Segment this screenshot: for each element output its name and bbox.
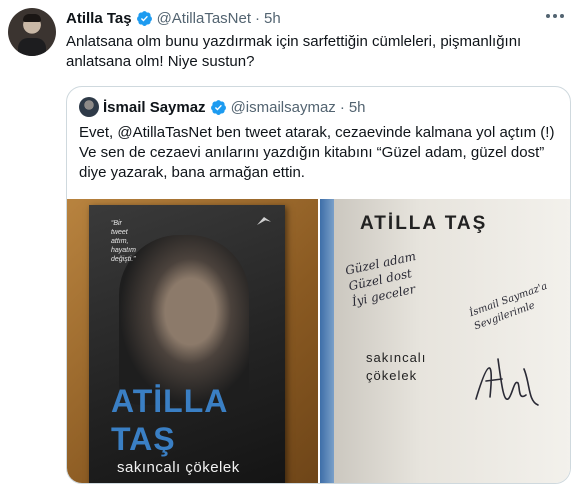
verified-badge-icon (210, 99, 226, 115)
page-title-line: çökelek (366, 368, 418, 383)
quoted-text: Evet, @AtillaTasNet ben tweet atarak, ce… (79, 123, 564, 183)
cover-tagline-line: attım, (111, 238, 129, 245)
cover-tagline: “Bir tweet attım, hayatım değişti.” (111, 219, 171, 264)
cover-tagline-line: “Bir (111, 220, 122, 227)
quoted-avatar (79, 97, 99, 117)
more-dot (553, 14, 557, 18)
cover-tagline-line: hayatım (111, 247, 136, 254)
quoted-author-name: İsmail Saymaz (103, 98, 206, 116)
quoted-header: İsmail Saymaz @ismailsaymaz · 5h (79, 97, 366, 117)
page-title: sakıncalı çökelek (366, 349, 426, 385)
quoted-tweet[interactable]: İsmail Saymaz @ismailsaymaz · 5h Evet, @… (66, 86, 571, 484)
page-author: ATİLLA TAŞ (360, 213, 488, 234)
book-cover: “Bir tweet attım, hayatım değişti.” ATİL… (89, 205, 285, 483)
cover-author-first: ATİLLA (111, 383, 229, 419)
quoted-text-line: diye yazarak, bana armağan ettin. (79, 164, 305, 181)
quoted-text-line: Ve sen de cezaevi anılarını yazdığın kit… (79, 144, 545, 161)
cover-title: sakıncalı çökelek (117, 459, 240, 476)
avatar-suit (18, 38, 46, 56)
signature-icon (475, 358, 539, 406)
author-name[interactable]: Atilla Taş (66, 10, 132, 27)
author-avatar[interactable] (8, 8, 56, 56)
quoted-time: 5h (348, 98, 366, 116)
more-dot (546, 14, 550, 18)
cover-tagline-line: tweet (111, 229, 128, 236)
more-options-icon[interactable] (543, 6, 567, 26)
handwritten-dedication: Güzel adam Güzel dost İyi geceler (344, 248, 424, 310)
tweet-text-line: anlatsana olm! Niye sustun? (66, 53, 255, 70)
handwritten-recipient: İsmail Saymaz'a Sevgilerimle (468, 280, 555, 334)
page-title-line: sakıncalı (366, 350, 427, 365)
tweet-text: Anlatsana olm bunu yazdırmak için sarfet… (66, 32, 566, 72)
more-dot (560, 14, 564, 18)
author-handle[interactable]: @AtillaTasNet (157, 10, 251, 27)
book-cover-photo[interactable]: “Bir tweet attım, hayatım değişti.” ATİL… (67, 199, 318, 483)
cover-tagline-line: değişti.” (111, 256, 136, 263)
verified-badge-icon (136, 10, 152, 26)
tweet-time[interactable]: 5h (264, 10, 281, 27)
separator-dot: · (339, 98, 345, 116)
quoted-author-handle: @ismailsaymaz (230, 98, 336, 116)
tweet-text-line: Anlatsana olm bunu yazdırmak için sarfet… (66, 33, 522, 50)
tweet-header: Atilla Taş @AtillaTasNet · 5h (66, 8, 281, 28)
quoted-text-line: Evet, @AtillaTasNet ben tweet atarak, ce… (79, 124, 555, 141)
cover-author-last: TAŞ (111, 421, 176, 457)
publisher-logo-icon (257, 217, 271, 225)
book-page-photo[interactable]: ATİLLA TAŞ Güzel adam Güzel dost İyi gec… (320, 199, 570, 483)
avatar-hair (23, 14, 41, 22)
book-spine (320, 199, 334, 483)
separator-dot: · (255, 9, 261, 27)
